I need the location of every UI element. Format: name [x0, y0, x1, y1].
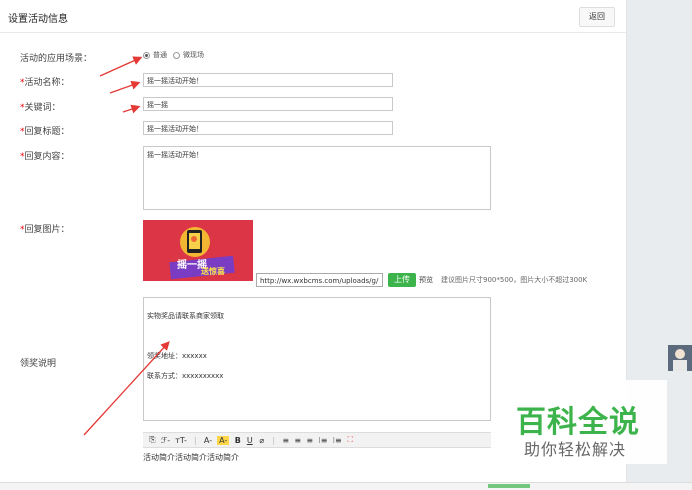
font-size-button[interactable]: тT- [175, 436, 187, 445]
prize-line: 领奖地址：xxxxxx [147, 352, 207, 360]
reply-image-thumbnail: 摇一摇 送惊喜 [143, 220, 253, 281]
align-right-button[interactable]: ≡ [306, 436, 313, 445]
avatar-body [673, 360, 687, 371]
page-title: 设置活动信息 [8, 14, 68, 25]
reply-image-label-text: 回复图片： [24, 225, 70, 235]
preview-link[interactable]: 预览 [419, 275, 433, 285]
highlight-color-button[interactable]: A- [217, 435, 230, 445]
intro-editor-text[interactable]: 活动简介活动简介活动简介 [143, 452, 239, 463]
prize-label: 领奖说明 [20, 359, 57, 369]
prize-line: 联系方式：xxxxxxxxxx [147, 372, 224, 380]
align-center-button[interactable]: ≡ [294, 436, 301, 445]
name-label-text: 活动名称： [24, 78, 70, 88]
avatar-figure-icon [668, 345, 692, 371]
reply-content-label-text: 回复内容： [24, 152, 70, 162]
font-color-button[interactable]: A- [204, 436, 212, 445]
eraser-icon[interactable]: ⌀ [258, 436, 265, 445]
reply-image-label: *回复图片： [20, 222, 70, 235]
prize-line [147, 331, 487, 341]
ordered-list-button[interactable]: ⁝≡ [318, 436, 327, 445]
status-indicator [488, 484, 530, 488]
align-left-button[interactable]: ≡ [282, 436, 289, 445]
shake-promo-graphic: 摇一摇 送惊喜 [143, 220, 253, 281]
keyword-label-text: 关键词： [24, 103, 61, 113]
unordered-list-button[interactable]: ⁝≡ [333, 436, 342, 445]
reply-title-input[interactable]: 摇一摇活动开始！ [143, 121, 393, 135]
toolbar-divider: | [194, 435, 197, 445]
arrow-to-keyword [122, 104, 141, 114]
scene-option-normal-label[interactable]: 普通 [153, 50, 167, 60]
scene-label: 活动的应用场景： [20, 54, 93, 64]
prize-line: 实物奖品请联系商家领取 [147, 312, 224, 320]
bold-button[interactable]: B [234, 436, 241, 445]
image-url-input[interactable]: http://wx.wxbcms.com/uploads/g/ [256, 273, 383, 287]
fullscreen-icon[interactable]: ⛶ [347, 435, 354, 445]
activity-name-input[interactable]: 摇一摇活动开始！ [143, 73, 393, 87]
reply-content-textarea[interactable]: 摇一摇活动开始！ [143, 146, 491, 210]
promo-text-gift: 送惊喜 [200, 266, 225, 276]
source-button[interactable]: ⎘ [149, 435, 156, 445]
editor-toolbar: ⎘ ℱ- тT- | A- A- B U ⌀ | ≡ ≡ ≡ ⁝≡ ⁝≡ ⛶ [143, 432, 491, 448]
scene-radio-live[interactable] [173, 51, 180, 59]
font-family-button[interactable]: ℱ- [161, 436, 170, 445]
scene-option-live-label[interactable]: 微现场 [183, 50, 204, 60]
upload-button[interactable]: 上传 [388, 273, 416, 287]
watermark: 百科全说 助你轻松解决 [504, 380, 667, 464]
underline-button[interactable]: U [246, 436, 253, 445]
reply-title-label: *回复标题： [20, 124, 70, 137]
avatar-head [675, 349, 685, 359]
arrow-to-name [109, 80, 141, 94]
scene-radio-group: 普通 微现场 [143, 50, 210, 60]
arrow-to-scene [99, 56, 143, 77]
name-label: *活动名称： [20, 75, 70, 88]
toolbar-divider: | [272, 435, 276, 445]
watermark-slogan: 助你轻松解决 [524, 440, 627, 459]
keyword-input[interactable]: 摇一摇 [143, 97, 393, 111]
watermark-brand: 百科全说 [516, 405, 640, 440]
panel-header: 设置活动信息 返回 [0, 0, 626, 33]
avatar [668, 345, 692, 371]
keyword-label: *关键词： [20, 100, 61, 113]
reply-content-label: *回复内容： [20, 149, 70, 162]
phone-face-icon [191, 236, 197, 242]
scene-radio-normal[interactable] [143, 51, 150, 59]
prize-textarea[interactable]: 实物奖品请联系商家领取 领奖地址：xxxxxx 联系方式：xxxxxxxxxx [143, 297, 491, 421]
image-size-hint: 建议图片尺寸900*500，图片大小不超过300K [441, 276, 588, 284]
reply-title-label-text: 回复标题： [24, 127, 70, 137]
back-button[interactable]: 返回 [579, 7, 615, 27]
